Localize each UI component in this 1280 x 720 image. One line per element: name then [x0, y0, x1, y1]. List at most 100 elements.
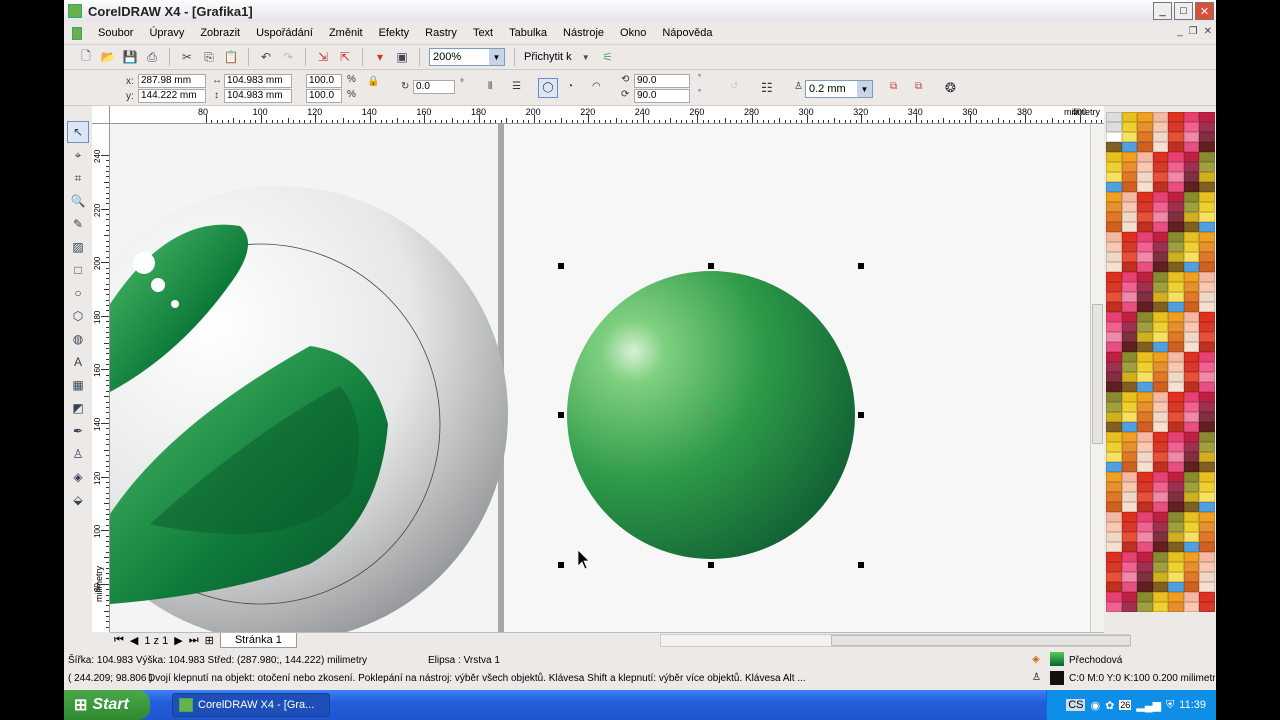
palette-swatch[interactable]: [1183, 482, 1199, 492]
palette-swatch[interactable]: [1168, 492, 1184, 502]
palette-swatch[interactable]: [1121, 382, 1137, 392]
palette-swatch[interactable]: [1152, 322, 1168, 332]
palette-swatch[interactable]: [1168, 452, 1184, 462]
palette-swatch[interactable]: [1106, 472, 1122, 482]
palette-swatch[interactable]: [1183, 152, 1199, 162]
palette-swatch[interactable]: [1168, 252, 1184, 262]
palette-swatch[interactable]: [1152, 242, 1168, 252]
palette-swatch[interactable]: [1106, 192, 1122, 202]
last-page-icon[interactable]: ⏭: [189, 634, 199, 647]
pie-mode-icon[interactable]: ◔: [567, 81, 573, 92]
chevron-down-icon[interactable]: ▼: [578, 49, 594, 65]
palette-swatch[interactable]: [1152, 432, 1168, 442]
scale-x-field[interactable]: 100.0: [306, 74, 342, 88]
width-field[interactable]: 104.983 mm: [224, 74, 292, 88]
palette-swatch[interactable]: [1183, 392, 1199, 402]
palette-swatch[interactable]: [1106, 182, 1122, 192]
add-page-icon[interactable]: ⊞: [205, 634, 214, 647]
palette-swatch[interactable]: [1183, 272, 1199, 282]
palette-swatch[interactable]: [1183, 242, 1199, 252]
tray-icon[interactable]: ◉: [1090, 699, 1100, 712]
palette-swatch[interactable]: [1183, 292, 1199, 302]
start-angle-field[interactable]: 90.0: [634, 74, 690, 88]
palette-swatch[interactable]: [1199, 552, 1215, 562]
menu-soubor[interactable]: Soubor: [90, 27, 141, 39]
palette-swatch[interactable]: [1152, 512, 1168, 522]
palette-swatch[interactable]: [1183, 352, 1199, 362]
palette-swatch[interactable]: [1199, 242, 1215, 252]
palette-swatch[interactable]: [1199, 372, 1215, 382]
palette-swatch[interactable]: [1183, 452, 1199, 462]
palette-swatch[interactable]: [1137, 182, 1153, 192]
x-position-field[interactable]: 287.98 mm: [138, 74, 206, 88]
palette-swatch[interactable]: [1121, 142, 1137, 152]
palette-swatch[interactable]: [1199, 152, 1215, 162]
language-indicator[interactable]: CS: [1066, 699, 1086, 711]
palette-swatch[interactable]: [1121, 462, 1137, 472]
palette-swatch[interactable]: [1121, 502, 1137, 512]
menu-okno[interactable]: Okno: [612, 27, 654, 39]
palette-swatch[interactable]: [1199, 472, 1215, 482]
rotation-field[interactable]: 0.0: [413, 80, 455, 94]
palette-swatch[interactable]: [1152, 222, 1168, 232]
selection-handle[interactable]: [558, 562, 564, 568]
tray-icon[interactable]: ✿: [1105, 699, 1114, 712]
palette-swatch[interactable]: [1152, 352, 1168, 362]
close-button[interactable]: ✕: [1195, 2, 1214, 20]
palette-swatch[interactable]: [1106, 312, 1122, 322]
chevron-down-icon[interactable]: ▼: [489, 49, 504, 65]
palette-swatch[interactable]: [1121, 152, 1137, 162]
welcome-screen-icon[interactable]: ▣: [394, 49, 410, 65]
palette-swatch[interactable]: [1199, 162, 1215, 172]
palette-swatch[interactable]: [1137, 462, 1153, 472]
palette-swatch[interactable]: [1137, 452, 1153, 462]
palette-swatch[interactable]: [1121, 572, 1137, 582]
scale-y-field[interactable]: 100.0: [306, 89, 342, 103]
outline-width-select[interactable]: 0.2 mm ▼: [805, 80, 873, 98]
palette-swatch[interactable]: [1152, 402, 1168, 412]
palette-swatch[interactable]: [1106, 552, 1122, 562]
palette-swatch[interactable]: [1106, 572, 1122, 582]
menu-text[interactable]: Text: [465, 27, 501, 39]
palette-swatch[interactable]: [1183, 512, 1199, 522]
palette-swatch[interactable]: [1137, 432, 1153, 442]
palette-swatch[interactable]: [1121, 182, 1137, 192]
palette-swatch[interactable]: [1137, 382, 1153, 392]
palette-swatch[interactable]: [1183, 382, 1199, 392]
palette-swatch[interactable]: [1183, 182, 1199, 192]
palette-swatch[interactable]: [1199, 282, 1215, 292]
palette-swatch[interactable]: [1152, 382, 1168, 392]
palette-swatch[interactable]: [1168, 262, 1184, 272]
palette-swatch[interactable]: [1121, 402, 1137, 412]
palette-swatch[interactable]: [1106, 412, 1122, 422]
palette-swatch[interactable]: [1183, 592, 1199, 602]
palette-swatch[interactable]: [1121, 352, 1137, 362]
palette-swatch[interactable]: [1183, 462, 1199, 472]
horizontal-scrollbar[interactable]: [660, 634, 1131, 647]
lock-ratio-icon[interactable]: 🔒: [367, 76, 379, 87]
palette-swatch[interactable]: [1152, 252, 1168, 262]
color-palette[interactable]: [1106, 112, 1216, 636]
export-icon[interactable]: ⇱: [337, 49, 353, 65]
palette-swatch[interactable]: [1183, 142, 1199, 152]
palette-swatch[interactable]: [1106, 602, 1122, 612]
palette-swatch[interactable]: [1183, 552, 1199, 562]
interactive-tool-icon[interactable]: ◩: [67, 397, 89, 419]
palette-swatch[interactable]: [1199, 212, 1215, 222]
palette-swatch[interactable]: [1121, 132, 1137, 142]
next-page-icon[interactable]: ▶: [174, 634, 182, 647]
palette-swatch[interactable]: [1152, 412, 1168, 422]
palette-swatch[interactable]: [1168, 242, 1184, 252]
palette-swatch[interactable]: [1183, 572, 1199, 582]
palette-swatch[interactable]: [1199, 302, 1215, 312]
palette-swatch[interactable]: [1106, 252, 1122, 262]
palette-swatch[interactable]: [1121, 432, 1137, 442]
palette-swatch[interactable]: [1137, 472, 1153, 482]
palette-swatch[interactable]: [1137, 292, 1153, 302]
palette-swatch[interactable]: [1137, 122, 1153, 132]
palette-swatch[interactable]: [1137, 562, 1153, 572]
palette-swatch[interactable]: [1152, 522, 1168, 532]
palette-swatch[interactable]: [1168, 282, 1184, 292]
chevron-down-icon[interactable]: ▼: [857, 81, 872, 97]
eyedropper-icon[interactable]: ✒: [67, 420, 89, 442]
